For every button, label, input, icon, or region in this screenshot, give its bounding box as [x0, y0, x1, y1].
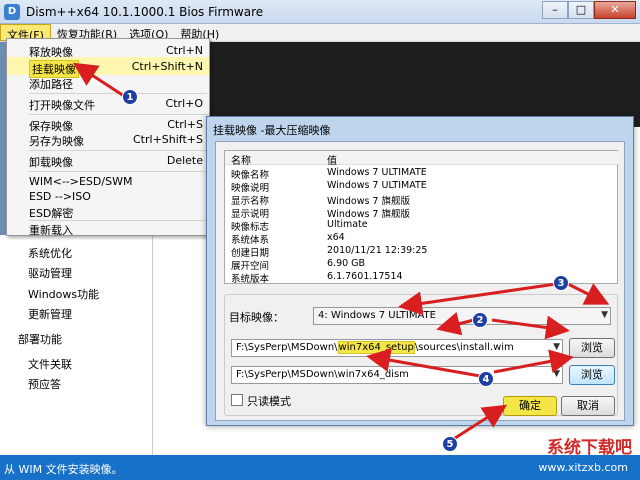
readonly-checkbox[interactable] — [231, 394, 243, 406]
status-bar: 从 WIM 文件安装映像。 系统下载吧 www.xitzxb.com — [0, 438, 640, 480]
menu-item-shortcut: Ctrl+N — [165, 44, 203, 57]
target-image-select[interactable]: 4: Windows 7 ULTIMATE ▼ — [313, 307, 611, 325]
table-row[interactable]: 映像说明 Windows 7 ULTIMATE — [225, 180, 619, 194]
nav-item-driver-manager[interactable]: 驱动管理 — [28, 265, 72, 281]
source-path-prefix: F:\SysPerp\MSDown\ — [236, 342, 338, 353]
callout-2: 2 — [472, 312, 488, 328]
table-row[interactable]: 映像名称 Windows 7 ULTIMATE — [225, 167, 619, 181]
cell-value: Windows 7 旗舰版 — [327, 209, 410, 220]
nav-item-windows-features[interactable]: Windows功能 — [28, 286, 99, 302]
table-header: 名称 值 — [225, 151, 619, 167]
nav-item-system-optimize[interactable]: 系统优化 — [28, 245, 72, 261]
cell-key: 映像名称 — [231, 170, 270, 181]
menu-item-open-image[interactable]: 打开映像文件 Ctrl+O — [7, 94, 209, 112]
source-path-highlight: win7x64_setup — [337, 341, 415, 354]
menu-item-shortcut: Ctrl+O — [165, 97, 203, 110]
left-nav: 系统优化 驱动管理 Windows功能 更新管理 部署功能 文件关联 预应答 — [0, 235, 152, 455]
close-button[interactable]: ✕ — [594, 1, 636, 19]
cell-key: 显示名称 — [231, 196, 270, 207]
cell-key: 系统体系 — [231, 235, 270, 246]
cell-value: 6.90 GB — [327, 258, 366, 269]
source-path-suffix: \sources\install.wim — [414, 342, 514, 353]
callout-3: 3 — [553, 275, 569, 291]
callout-4: 4 — [478, 371, 494, 387]
callout-1: 1 — [122, 89, 138, 105]
table-row[interactable]: 显示说明 Windows 7 旗舰版 — [225, 206, 619, 220]
nav-item-unattend[interactable]: 预应答 — [28, 376, 61, 392]
minimize-button[interactable]: – — [542, 1, 568, 19]
browse-mount-button[interactable]: 浏览 — [569, 365, 615, 385]
menu-item-label: 添加路径 — [29, 78, 73, 91]
callout-5: 5 — [442, 436, 458, 452]
nav-item-update-manager[interactable]: 更新管理 — [28, 306, 72, 322]
brand-url: www.xitzxb.com — [538, 461, 628, 474]
chevron-down-icon: ▼ — [553, 369, 560, 379]
cell-value: 2010/11/21 12:39:25 — [327, 245, 428, 256]
cell-value: 6.1.7601.17514 — [327, 271, 403, 282]
cell-value: Ultimate — [327, 219, 368, 230]
browse-source-button[interactable]: 浏览 — [569, 338, 615, 358]
readonly-label: 只读模式 — [247, 395, 291, 408]
window-title: Dism++x64 10.1.1000.1 Bios Firmware — [26, 5, 264, 19]
table-row[interactable]: 映像标志 Ultimate — [225, 219, 619, 233]
target-image-value: 4: Windows 7 ULTIMATE — [318, 310, 436, 321]
cell-value: x64 — [327, 232, 345, 243]
table-row[interactable]: 系统体系 x64 — [225, 232, 619, 246]
source-path-input[interactable]: F:\SysPerp\MSDown\win7x64_setup\sources\… — [231, 339, 563, 357]
mount-options-group: 目标映像： 4: Windows 7 ULTIMATE ▼ F:\SysPerp… — [224, 294, 618, 416]
cell-key: 显示说明 — [231, 209, 270, 220]
cell-key: 映像标志 — [231, 222, 270, 233]
target-image-label: 目标映像： — [229, 311, 284, 324]
source-path-value: F:\SysPerp\MSDown\win7x64_setup\sources\… — [236, 341, 514, 354]
menu-item-save-as-image[interactable]: 另存为映像 Ctrl+Shift+S — [7, 130, 209, 148]
cell-value: Windows 7 ULTIMATE — [327, 180, 427, 191]
menu-item-unmount-image[interactable]: 卸载映像 Delete — [7, 151, 209, 169]
cell-value: Windows 7 ULTIMATE — [327, 167, 427, 178]
menu-item-label: 重新载入 — [29, 224, 73, 237]
mount-path-value: F:\SysPerp\MSDown\win7x64_dism — [236, 369, 409, 380]
maximize-button[interactable]: □ — [568, 1, 594, 19]
title-bar: D Dism++x64 10.1.1000.1 Bios Firmware – … — [0, 0, 640, 24]
menu-item-shortcut: Ctrl+Shift+S — [133, 133, 203, 146]
chevron-down-icon: ▼ — [553, 342, 560, 352]
brand-logo: 系统下载吧 — [547, 438, 632, 458]
cell-key: 展开空间 — [231, 261, 270, 272]
app-icon: D — [4, 4, 20, 20]
table-row[interactable]: 展开空间 6.90 GB — [225, 258, 619, 272]
menu-item-add-path[interactable]: 添加路径 — [7, 73, 209, 91]
ok-button[interactable]: 确定 — [503, 396, 557, 416]
table-row[interactable]: 显示名称 Windows 7 旗舰版 — [225, 193, 619, 207]
cell-key: 映像说明 — [231, 183, 270, 194]
cell-value: Windows 7 旗舰版 — [327, 196, 410, 207]
image-info-table: 名称 值 映像名称 Windows 7 ULTIMATE 映像说明 Windows … — [224, 150, 619, 285]
col-header-name: 名称 — [231, 156, 251, 167]
menu-item-shortcut: Ctrl+Shift+N — [131, 60, 203, 73]
nav-item-file-assoc[interactable]: 文件关联 — [28, 356, 72, 372]
menu-item-label: ESD解密 — [29, 207, 74, 220]
chevron-down-icon: ▼ — [601, 310, 608, 320]
cancel-button[interactable]: 取消 — [561, 396, 615, 416]
mount-path-input[interactable]: F:\SysPerp\MSDown\win7x64_dism ▼ — [231, 366, 563, 384]
cell-key: 创建日期 — [231, 248, 270, 259]
menu-item-label: 卸载映像 — [29, 156, 73, 169]
mount-image-dialog: 挂载映像 -最大压缩映像 名称 值 映像名称 Windows 7 ULTIMATE… — [206, 116, 634, 426]
cell-key: 系统版本 — [231, 274, 270, 285]
menu-item-label: 另存为映像 — [29, 135, 84, 148]
menu-item-esd-decrypt[interactable]: ESD解密 — [7, 202, 209, 220]
dialog-title: 挂载映像 -最大压缩映像 — [213, 124, 331, 137]
nav-section-deploy[interactable]: 部署功能 — [18, 331, 62, 347]
status-text: 从 WIM 文件安装映像。 — [4, 463, 123, 476]
file-menu-dropdown: 释放映像 Ctrl+N 挂载映像 Ctrl+Shift+N 添加路径 打开映像文… — [6, 38, 210, 237]
menu-item-reload[interactable]: 重新载入 — [7, 221, 209, 237]
col-header-value: 值 — [327, 156, 337, 167]
menu-item-shortcut: Delete — [166, 154, 203, 167]
console-area — [210, 42, 640, 127]
table-row[interactable]: 创建日期 2010/11/21 12:39:25 — [225, 245, 619, 259]
menu-item-label: 打开映像文件 — [29, 99, 95, 112]
